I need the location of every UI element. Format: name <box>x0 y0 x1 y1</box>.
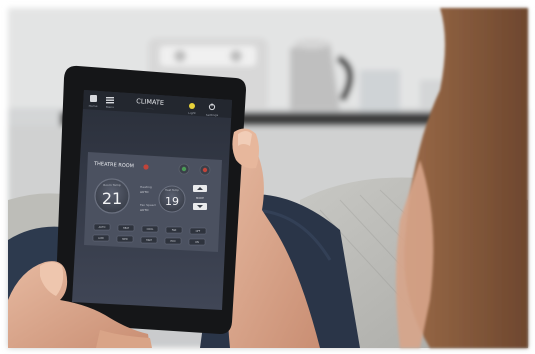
room-temp-label: Room Temp <box>103 183 121 187</box>
set-temp-label: Heat Temp <box>165 188 179 192</box>
temp-down-button[interactable] <box>193 203 207 210</box>
room-alert-icon <box>143 164 149 170</box>
home-icon[interactable] <box>90 95 97 102</box>
grid-button-label: OFF <box>196 230 201 233</box>
grid-button-label: HIGH <box>146 239 152 242</box>
app-title: CLIMATE <box>136 97 164 107</box>
nav-label-settings: Settings <box>206 113 219 117</box>
grid-button-cool[interactable]: COOL <box>141 225 159 233</box>
photo-scene: Home Menu CLIMATE .......... Light Setti… <box>0 0 535 354</box>
room-temp-dial: Room Temp 21 <box>94 178 130 214</box>
grid-button-heat[interactable]: HEAT <box>117 224 135 232</box>
grid-button-label: MED <box>122 238 128 241</box>
stepper-mode-label: MODE <box>196 196 204 200</box>
grid-button-med[interactable]: MED <box>116 235 134 243</box>
grid-button-label: HEAT <box>123 227 130 230</box>
scene-svg: Home Menu CLIMATE .......... Light Setti… <box>0 0 535 354</box>
grid-button-on[interactable]: ON <box>188 238 206 246</box>
set-temp-dial: Heat Temp 19 <box>158 185 186 213</box>
grid-button-eco[interactable]: ECO <box>164 237 182 245</box>
grid-button-label: COOL <box>147 228 154 231</box>
bulb-icon[interactable] <box>189 103 195 109</box>
nav-label-light: Light <box>188 111 196 115</box>
mode-value-2: AUTO <box>140 208 149 212</box>
temp-up-button[interactable] <box>193 185 207 192</box>
mode-label-1: Heating <box>140 185 152 189</box>
nav-label-menu: Menu <box>106 105 114 109</box>
grid-button-label: ECO <box>170 240 175 243</box>
status-red-icon[interactable] <box>199 164 211 176</box>
grid-button-label: ON <box>195 241 199 244</box>
menu-icon[interactable] <box>106 97 114 104</box>
mode-label-2: Fan Speed <box>140 203 156 207</box>
grid-button-low[interactable]: LOW <box>92 234 110 242</box>
nav-label-home: Home <box>89 104 98 108</box>
grid-button-label: FAN <box>172 229 177 232</box>
grid-button-label: AUTO <box>99 226 106 229</box>
grid-button-fan[interactable]: FAN <box>165 226 183 234</box>
set-temp-value: 19 <box>165 195 179 208</box>
app-subtitle: .......... <box>146 107 154 110</box>
grid-button-label: LOW <box>98 237 104 240</box>
status-green-icon[interactable] <box>178 163 190 175</box>
room-temp-value: 21 <box>102 189 122 208</box>
grid-button-auto[interactable]: AUTO <box>93 223 111 231</box>
grid-button-high[interactable]: HIGH <box>140 236 158 244</box>
grid-button-off[interactable]: OFF <box>189 227 207 235</box>
mode-value-1: AUTO <box>140 190 149 194</box>
